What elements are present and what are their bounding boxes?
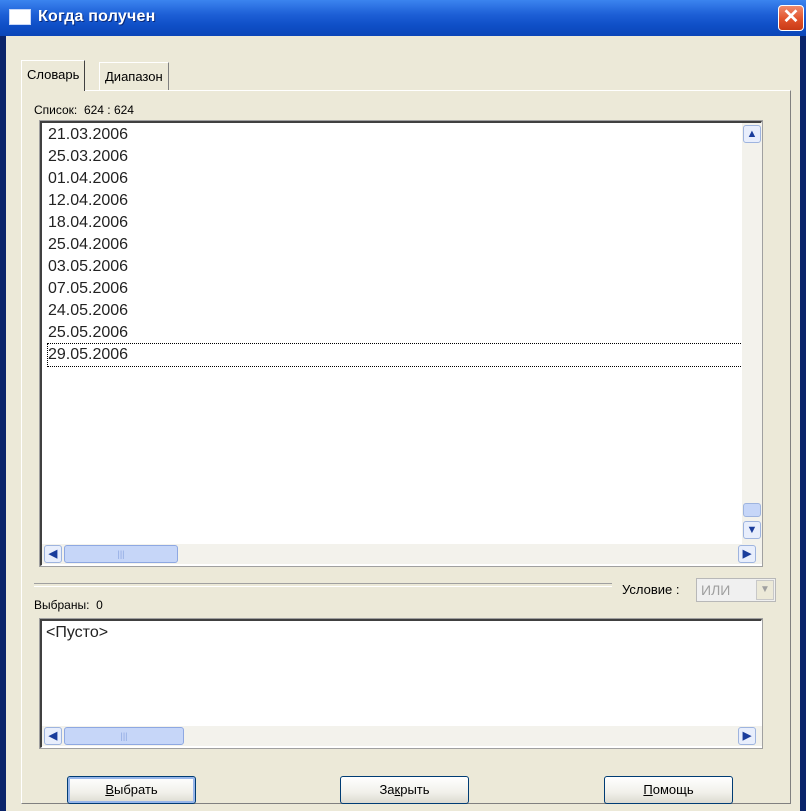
list-item[interactable]: 01.04.2006 [48,168,128,190]
list-item[interactable]: 25.04.2006 [48,234,128,256]
list-label: Список: 624 : 624 [34,103,134,117]
scroll-left-icon[interactable]: ◀ [44,545,62,563]
list-label-text: Список: [34,103,78,117]
scroll-right-icon[interactable]: ▶ [738,727,756,745]
section-divider [34,583,612,587]
condition-label: Условие : [622,582,680,597]
list-item[interactable]: 21.03.2006 [48,124,128,146]
selected-list[interactable]: <Пусто> ◀ ||| ▶ [39,618,763,749]
list-item[interactable]: 18.04.2006 [48,212,128,234]
select-button[interactable]: Выбрать [67,776,196,804]
tab-range[interactable]: Диапазон [99,62,169,90]
scroll-up-icon[interactable]: ▲ [743,125,761,143]
dictionary-list[interactable]: 21.03.2006 25.03.2006 01.04.2006 12.04.2006… [39,120,763,567]
list-item[interactable]: 24.05.2006 [48,300,128,322]
help-button[interactable]: Помощь [604,776,733,804]
horizontal-scroll-thumb[interactable]: ||| [64,727,184,745]
condition-select[interactable]: ИЛИ ▼ [696,578,776,602]
chevron-down-icon[interactable]: ▼ [756,580,774,600]
scroll-right-icon[interactable]: ▶ [738,545,756,563]
list-item[interactable]: 12.04.2006 [48,190,128,212]
horizontal-scroll-thumb[interactable]: ||| [64,545,178,563]
list-item[interactable]: 29.05.2006 [47,343,761,367]
list-item[interactable]: 25.03.2006 [48,146,128,168]
title-bar[interactable]: Когда получен ✕ [0,0,806,36]
list-horizontal-scrollbar[interactable]: ◀ ||| ▶ [42,544,762,564]
close-button[interactable]: Закрыть [340,776,469,804]
empty-placeholder: <Пусто> [46,624,109,641]
window-title: Когда получен [38,8,156,25]
scroll-thumb[interactable] [743,503,761,517]
selected-horizontal-scrollbar[interactable]: ◀ ||| ▶ [42,726,762,746]
list-count: 624 : 624 [83,103,134,117]
tab-dictionary[interactable]: Словарь [21,60,86,91]
close-icon[interactable]: ✕ [778,5,804,31]
selected-label: Выбраны: 0 [34,598,103,612]
list-item[interactable]: 03.05.2006 [48,256,128,278]
dialog-window: Когда получен ✕ Словарь Диапазон Список:… [0,0,806,811]
selected-count: 0 [96,598,103,612]
selected-label-text: Выбраны: [34,598,90,612]
list-item[interactable]: 25.05.2006 [48,322,128,344]
condition-value: ИЛИ [701,582,731,598]
dialog-client-area: Словарь Диапазон Список: 624 : 624 21.03… [6,36,800,811]
list-item[interactable]: 07.05.2006 [48,278,128,300]
scroll-left-icon[interactable]: ◀ [44,727,62,745]
list-vertical-scrollbar[interactable]: ▲ ▼ [742,123,762,544]
window-icon [9,9,31,25]
scroll-down-icon[interactable]: ▼ [743,521,761,539]
